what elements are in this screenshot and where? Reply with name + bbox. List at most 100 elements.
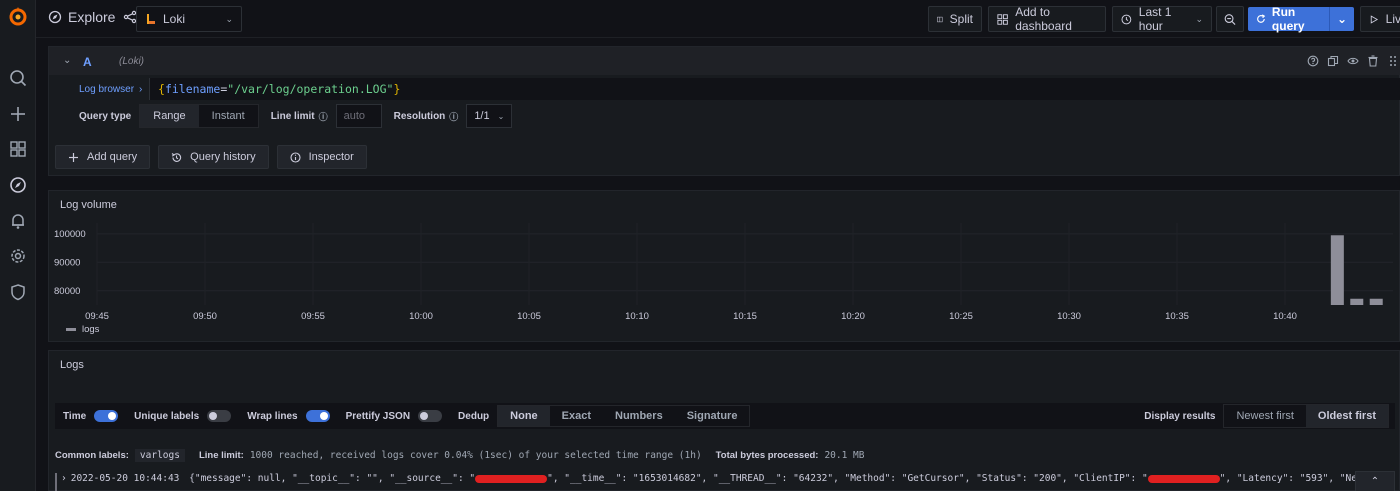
- info-icon[interactable]: ⓘ: [449, 110, 458, 123]
- grafana-logo-icon[interactable]: [8, 6, 28, 26]
- duplicate-icon[interactable]: [1327, 55, 1339, 67]
- query-type-range[interactable]: Range: [140, 105, 199, 127]
- run-query-main[interactable]: Run query: [1248, 5, 1330, 33]
- dashboard-add-icon: [997, 13, 1008, 25]
- datasource-name: Loki: [163, 12, 186, 26]
- query-type-selector: Range Instant: [139, 104, 259, 128]
- eye-icon[interactable]: [1347, 55, 1359, 67]
- common-labels-label: Common labels:: [55, 450, 129, 461]
- volume-bar[interactable]: [1330, 235, 1344, 305]
- log-browser-button[interactable]: Log browser ›: [71, 80, 151, 98]
- dedup-option: Dedup None Exact Numbers Signature: [450, 403, 758, 429]
- logs-title: Logs: [60, 359, 84, 371]
- query-brace-open: {: [158, 82, 165, 96]
- dedup-label: Dedup: [458, 410, 490, 422]
- resolution-label: Resolution: [393, 110, 446, 122]
- query-row-actions: [1307, 55, 1399, 67]
- logs-options-bar: Time Unique labels Wrap lines Prettify J…: [55, 403, 1395, 429]
- volume-bar[interactable]: [1350, 298, 1364, 305]
- log-time: 2022-05-20 10:44:43: [70, 473, 180, 484]
- query-type-instant[interactable]: Instant: [199, 105, 258, 127]
- unique-labels-toggle[interactable]: [207, 410, 232, 422]
- help-icon[interactable]: [1307, 55, 1319, 67]
- query-editor-panel: ⌄ A (Loki) Log browser › {filename = "/var…: [48, 46, 1400, 176]
- page-title: Explore: [48, 9, 137, 25]
- display-results: Display results Newest first Oldest firs…: [1144, 403, 1389, 429]
- resolution-value: 1/1: [474, 110, 490, 122]
- bell-icon[interactable]: [9, 212, 27, 230]
- explore-compass-icon: [48, 10, 62, 24]
- wrap-lines-toggle[interactable]: [305, 410, 330, 422]
- chart-legend[interactable]: logs: [66, 324, 99, 335]
- query-actions: Add query Query history Inspector: [55, 145, 367, 169]
- collapse-chevron-icon[interactable]: ⌄: [63, 55, 71, 66]
- dedup-selector: None Exact Numbers Signature: [497, 405, 751, 427]
- dedup-numbers[interactable]: Numbers: [603, 406, 675, 426]
- volume-bar[interactable]: [1369, 298, 1383, 305]
- dedup-none[interactable]: None: [498, 406, 550, 426]
- prettify-json-toggle[interactable]: [418, 410, 443, 422]
- bytes-value: 20.1 MB: [824, 450, 865, 461]
- inspector-button[interactable]: Inspector: [276, 145, 367, 169]
- play-icon: [1370, 14, 1379, 24]
- chevron-right-icon[interactable]: ›: [61, 473, 67, 484]
- redaction-mark: [1147, 474, 1220, 483]
- run-query-options-chevron-icon[interactable]: ⌄: [1330, 12, 1354, 26]
- live-button[interactable]: Liv: [1360, 6, 1400, 32]
- x-tick-label: 10:15: [733, 311, 757, 322]
- common-labels-value: varlogs: [134, 449, 185, 462]
- chevron-down-icon: ⌄: [497, 111, 505, 121]
- bytes-label: Total bytes processed:: [715, 450, 819, 461]
- query-ref-id[interactable]: A: [83, 55, 92, 69]
- query-options: Query type Range Instant Line limit ⓘ au…: [71, 104, 513, 128]
- prettify-json-label: Prettify JSON: [345, 410, 411, 422]
- query-history-label: Query history: [190, 151, 256, 163]
- resolution-select[interactable]: 1/1 ⌄: [466, 104, 513, 128]
- run-query-button[interactable]: Run query ⌄: [1248, 5, 1354, 33]
- explore-compass-icon[interactable]: [9, 176, 27, 194]
- time-toggle[interactable]: [94, 410, 119, 422]
- log-volume-chart[interactable]: 100000 90000 80000 09:45 09:50 09:55 10:00 10:0…: [49, 191, 1400, 343]
- scroll-to-top-button[interactable]: ⌃: [1355, 471, 1395, 491]
- info-icon[interactable]: ⓘ: [319, 110, 328, 123]
- logs-panel: Logs Time Unique labels Wrap lines Prett…: [48, 350, 1400, 491]
- drag-handle-icon[interactable]: [1387, 55, 1399, 67]
- datasource-picker[interactable]: Loki ⌄: [136, 6, 242, 32]
- unique-labels-label: Unique labels: [134, 410, 200, 422]
- order-oldest-first[interactable]: Oldest first: [1305, 405, 1388, 427]
- redaction-mark: [475, 474, 548, 483]
- order-newest-first[interactable]: Newest first: [1224, 405, 1305, 427]
- x-tick-label: 09:45: [85, 311, 109, 322]
- time-range-picker[interactable]: Last 1 hour ⌄: [1112, 5, 1212, 33]
- page-title-text: Explore: [68, 9, 116, 25]
- add-to-dashboard-button[interactable]: Add to dashboard: [988, 5, 1106, 33]
- history-icon: [171, 152, 182, 162]
- plus-icon[interactable]: [9, 105, 27, 123]
- shield-icon[interactable]: [9, 283, 27, 301]
- dedup-exact[interactable]: Exact: [550, 406, 603, 426]
- query-history-button[interactable]: Query history: [158, 145, 269, 169]
- y-tick-label: 90000: [54, 257, 80, 268]
- split-button[interactable]: Split: [928, 6, 982, 32]
- dedup-signature[interactable]: Signature: [675, 406, 750, 426]
- clock-icon: [1121, 14, 1132, 24]
- log-text-a: {"message": null, "__topic__": "", "__so…: [189, 473, 476, 484]
- wrap-lines-option: Wrap lines: [239, 403, 337, 429]
- log-row[interactable]: › 2022-05-20 10:44:43 {"message": null, "…: [55, 473, 1355, 491]
- x-tick-label: 10:30: [1057, 311, 1081, 322]
- trash-icon[interactable]: [1367, 55, 1379, 67]
- zoom-out-icon: [1224, 13, 1236, 25]
- line-limit-input[interactable]: auto: [335, 104, 382, 128]
- add-query-label: Add query: [87, 151, 138, 163]
- query-input[interactable]: {filename = "/var/log/operation.LOG"}: [149, 78, 1400, 100]
- gear-icon[interactable]: [9, 247, 27, 265]
- chevron-right-icon: ›: [139, 83, 143, 95]
- add-query-button[interactable]: Add query: [55, 145, 151, 169]
- loki-logo-icon: [147, 14, 155, 24]
- run-query-label: Run query: [1271, 5, 1305, 33]
- zoom-out-button[interactable]: [1216, 6, 1244, 32]
- time-option-label: Time: [63, 410, 87, 422]
- query-row-header: ⌄ A (Loki): [49, 47, 1400, 75]
- dashboards-icon[interactable]: [9, 140, 27, 158]
- search-icon[interactable]: [9, 69, 27, 87]
